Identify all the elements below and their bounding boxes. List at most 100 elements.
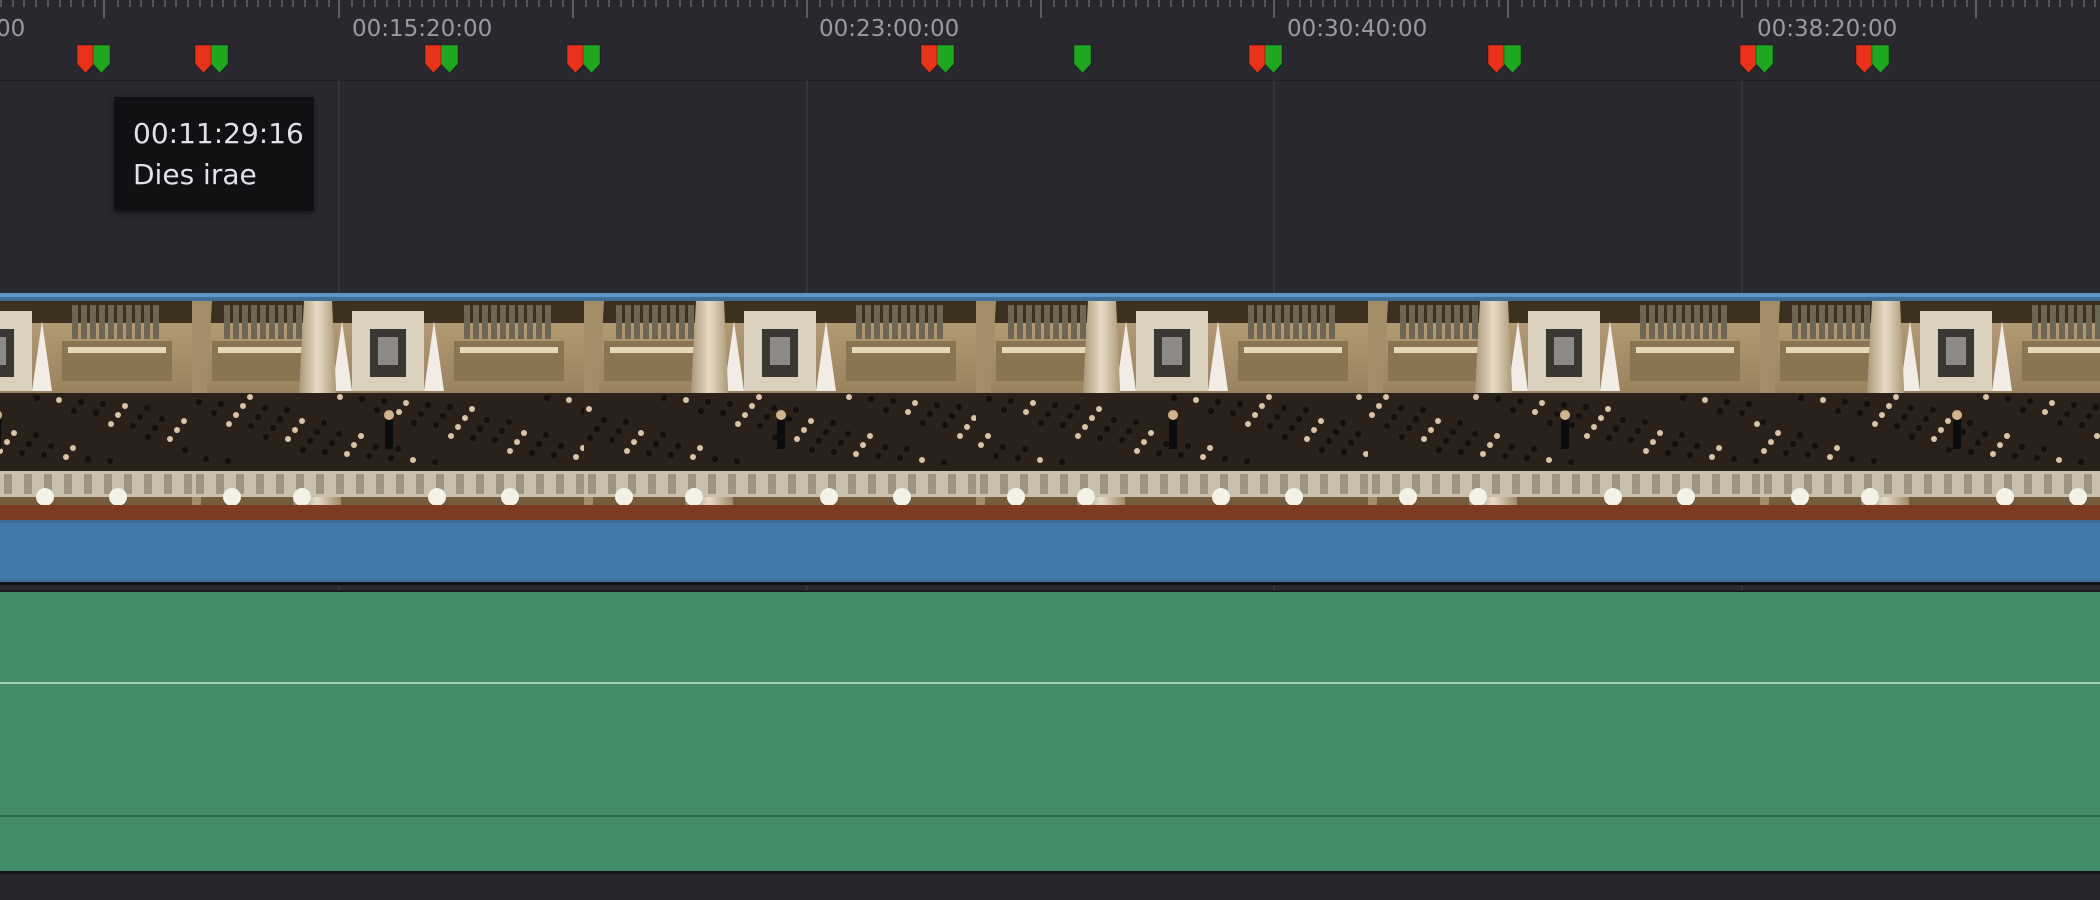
- ruler-minor-tick: [1217, 0, 1219, 7]
- ruler-minor-tick: [1603, 0, 1605, 7]
- green-marker-icon[interactable]: [1073, 44, 1092, 74]
- ruler-minor-tick: [1451, 0, 1453, 7]
- ruler-minor-tick: [1006, 0, 1008, 7]
- ruler-minor-tick: [1673, 0, 1675, 7]
- ruler-minor-tick: [1521, 0, 1523, 7]
- ruler-minor-tick: [2024, 0, 2026, 7]
- ruler-minor-tick: [749, 0, 751, 7]
- ruler-minor-tick: [351, 0, 353, 7]
- ruler-minor-tick: [363, 0, 365, 7]
- green-marker-icon[interactable]: [92, 44, 111, 74]
- ruler-minor-tick: [1626, 0, 1628, 7]
- ruler-minor-tick: [433, 0, 435, 7]
- ruler-minor-tick: [1498, 0, 1500, 7]
- ruler-timecode-label: 00: [0, 16, 26, 42]
- ruler-minor-tick: [597, 0, 599, 7]
- green-marker-icon[interactable]: [582, 44, 601, 74]
- ruler-minor-tick: [12, 0, 14, 7]
- ruler-minor-tick: [1872, 0, 1874, 7]
- ruler-minor-tick: [1720, 0, 1722, 7]
- ruler-minor-tick: [1895, 0, 1897, 7]
- ruler-major-tick: [1507, 0, 1509, 18]
- ruler-minor-tick: [1287, 0, 1289, 7]
- ruler-major-tick: [1975, 0, 1977, 18]
- ruler-minor-tick: [491, 0, 493, 7]
- green-marker-icon[interactable]: [1755, 44, 1774, 74]
- ruler-minor-tick: [913, 0, 915, 7]
- ruler-minor-tick: [585, 0, 587, 7]
- ruler-minor-tick: [1100, 0, 1102, 7]
- ruler-minor-tick: [386, 0, 388, 7]
- ruler-minor-tick: [1322, 0, 1324, 7]
- ruler-minor-tick: [878, 0, 880, 7]
- ruler-minor-tick: [1346, 0, 1348, 7]
- ruler-minor-tick: [761, 0, 763, 7]
- ruler-minor-tick: [1755, 0, 1757, 7]
- ruler-minor-tick: [889, 0, 891, 7]
- green-marker-icon[interactable]: [1503, 44, 1522, 74]
- ruler-minor-tick: [117, 0, 119, 7]
- ruler-minor-tick: [1474, 0, 1476, 7]
- ruler-minor-tick: [538, 0, 540, 7]
- green-marker-icon[interactable]: [936, 44, 955, 74]
- ruler-minor-tick: [304, 0, 306, 7]
- ruler-minor-tick: [2071, 0, 2073, 7]
- ruler-minor-tick: [35, 0, 37, 7]
- ruler-minor-tick: [1112, 0, 1114, 7]
- video-thumbnail-frame: [1760, 301, 2100, 520]
- ruler-minor-tick: [1299, 0, 1301, 7]
- ruler-minor-tick: [1334, 0, 1336, 7]
- ruler-minor-tick: [1650, 0, 1652, 7]
- green-marker-icon[interactable]: [1264, 44, 1283, 74]
- ruler-minor-tick: [1229, 0, 1231, 7]
- ruler-minor-tick: [47, 0, 49, 7]
- green-marker-icon[interactable]: [1871, 44, 1890, 74]
- ruler-minor-tick: [1030, 0, 1032, 7]
- ruler-minor-tick: [1685, 0, 1687, 7]
- ruler-minor-tick: [2083, 0, 2085, 7]
- ruler-minor-tick: [164, 0, 166, 7]
- video-clip[interactable]: [0, 293, 2100, 585]
- ruler-minor-tick: [1357, 0, 1359, 7]
- ruler-minor-tick: [959, 0, 961, 7]
- ruler-minor-tick: [667, 0, 669, 7]
- ruler-minor-tick: [374, 0, 376, 7]
- ruler-minor-tick: [409, 0, 411, 7]
- ruler-minor-tick: [644, 0, 646, 7]
- video-clip-bar[interactable]: [0, 523, 2100, 579]
- ruler-minor-tick: [480, 0, 482, 7]
- ruler-minor-tick: [234, 0, 236, 7]
- video-thumbnail-frame: [1368, 301, 1760, 520]
- ruler-minor-tick: [2059, 0, 2061, 7]
- ruler-minor-tick: [679, 0, 681, 7]
- ruler-minor-tick: [1182, 0, 1184, 7]
- ruler-minor-tick: [23, 0, 25, 7]
- ruler-minor-tick: [1989, 0, 1991, 7]
- audio-clip[interactable]: [0, 590, 2100, 874]
- audio-level-line[interactable]: [0, 682, 2100, 684]
- video-thumbnail-frame: [192, 301, 584, 520]
- ruler-minor-tick: [632, 0, 634, 7]
- tooltip-marker-name: Dies irae: [133, 158, 257, 191]
- ruler-minor-tick: [456, 0, 458, 7]
- ruler-minor-tick: [1732, 0, 1734, 7]
- ruler-minor-tick: [1954, 0, 1956, 7]
- ruler-minor-tick: [936, 0, 938, 7]
- timeline-panel[interactable]: 00 00:15:20:00 00:23:00:00 00:30:40:00 0…: [0, 0, 2100, 900]
- ruler-minor-tick: [1556, 0, 1558, 7]
- ruler-minor-tick: [140, 0, 142, 7]
- ruler-minor-tick: [257, 0, 259, 7]
- ruler-minor-tick: [1439, 0, 1441, 7]
- ruler-minor-tick: [924, 0, 926, 7]
- ruler-minor-tick: [468, 0, 470, 7]
- timecode-ruler[interactable]: 00 00:15:20:00 00:23:00:00 00:30:40:00 0…: [0, 0, 2100, 81]
- ruler-minor-tick: [129, 0, 131, 7]
- ruler-minor-tick: [2036, 0, 2038, 7]
- ruler-minor-tick: [796, 0, 798, 7]
- ruler-major-tick: [806, 0, 808, 18]
- ruler-minor-tick: [971, 0, 973, 7]
- green-marker-icon[interactable]: [210, 44, 229, 74]
- ruler-major-tick: [1273, 0, 1275, 18]
- ruler-minor-tick: [1966, 0, 1968, 7]
- green-marker-icon[interactable]: [440, 44, 459, 74]
